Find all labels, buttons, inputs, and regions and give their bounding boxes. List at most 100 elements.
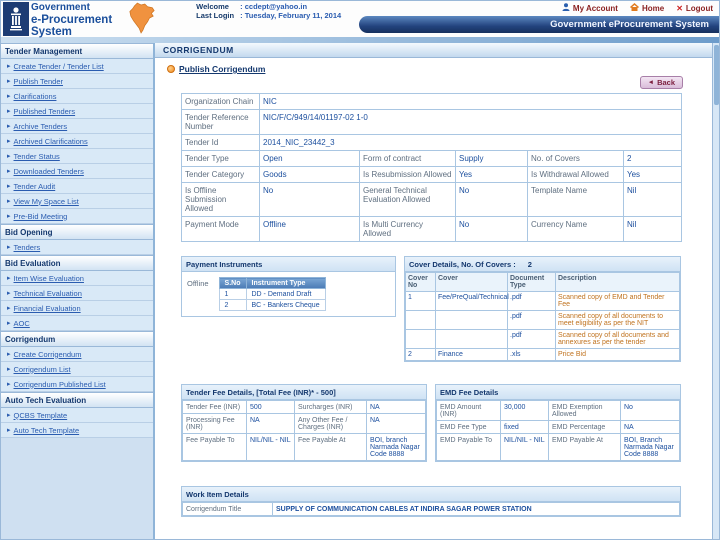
instrument-type: DD - Demand Draft [245, 288, 326, 300]
sidebar-item-clarifications[interactable]: ▸ Clarifications [1, 89, 153, 104]
arrow-bullet-icon: ▸ [7, 351, 11, 358]
home-link[interactable]: Home [629, 3, 664, 13]
field-label: Fee Payable To [182, 433, 247, 461]
main-content: CORRIGENDUM Publish Corrigendum ◄ Back O… [155, 43, 719, 539]
sidebar-item-corrigendum-published-list[interactable]: ▸ Corrigendum Published List [1, 377, 153, 392]
sidebar-item-pre-bid-meeting[interactable]: ▸ Pre-Bid Meeting [1, 209, 153, 224]
sidebar-item-create-tender-list[interactable]: ▸ Create Tender / Tender List [1, 59, 153, 74]
arrow-bullet-icon: ▸ [7, 183, 11, 190]
table-row: 1 Fee/PreQual/Technical .pdf Scanned cop… [405, 291, 680, 311]
vertical-scrollbar[interactable] [712, 43, 719, 539]
document-description: Scanned copy of all documents and annexu… [555, 329, 680, 349]
cover-name: Fee/PreQual/Technical [435, 291, 509, 311]
arrow-bullet-icon: ▸ [7, 381, 11, 388]
sidebar-item-tender-audit[interactable]: ▸ Tender Audit [1, 179, 153, 194]
instrument-type-table: S.No Instrument Type 1 DD - Demand Draft… [218, 277, 326, 311]
sidebar-item-create-corrigendum[interactable]: ▸ Create Corrigendum [1, 347, 153, 362]
sidebar-item-qcbs-template[interactable]: ▸ QCBS Template [1, 408, 153, 423]
field-label: Tender Reference Number [181, 109, 260, 135]
payment-cover-row: Payment Instruments Offline S.No Instrum… [181, 256, 681, 362]
field-value: NA [366, 400, 426, 414]
table-row: Tender Category Goods Is Resubmission Al… [181, 166, 682, 183]
field-label: Is Withdrawal Allowed [527, 166, 624, 183]
account-links: My Account Home ✕ Logout [562, 3, 713, 13]
arrow-bullet-icon: ▸ [7, 168, 11, 175]
tender-fee-box: Tender Fee Details, [Total Fee (INR)* - … [181, 384, 427, 462]
sidebar-item-item-wise-evaluation[interactable]: ▸ Item Wise Evaluation [1, 271, 153, 286]
field-value: No [455, 216, 528, 242]
cover-count: 2 [527, 259, 532, 269]
arrow-bullet-icon: ▸ [7, 275, 11, 282]
payment-instruments-box: Payment Instruments Offline S.No Instrum… [181, 256, 396, 317]
arrow-bullet-icon: ▸ [7, 123, 11, 130]
field-label: Template Name [527, 182, 624, 217]
sidebar-item-technical-evaluation[interactable]: ▸ Technical Evaluation [1, 286, 153, 301]
field-value: 2014_NIC_23442_3 [259, 134, 682, 151]
my-account-link[interactable]: My Account [562, 3, 618, 13]
page-title: CORRIGENDUM [155, 43, 719, 58]
sidebar-item-publish-tender[interactable]: ▸ Publish Tender [1, 74, 153, 89]
sidebar: Tender Management ▸ Create Tender / Tende… [1, 43, 155, 539]
document-type: .pdf [507, 329, 556, 349]
document-type: .xls [507, 348, 556, 361]
table-row: Cover No Cover Document Type Description [405, 272, 680, 292]
back-arrow-icon: ◄ [647, 79, 655, 86]
sidebar-item-view-my-space-list[interactable]: ▸ View My Space List [1, 194, 153, 209]
cover-name [435, 310, 508, 330]
field-label: EMD Amount (INR) [436, 400, 501, 421]
sidebar-item-published-tenders[interactable]: ▸ Published Tenders [1, 104, 153, 119]
sidebar-item-downloaded-tenders[interactable]: ▸ Downloaded Tenders [1, 164, 153, 179]
arrow-bullet-icon: ▸ [7, 427, 11, 434]
fee-row: Tender Fee Details, [Total Fee (INR)* - … [181, 384, 681, 462]
sidebar-section-auto-tech-evaluation[interactable]: Auto Tech Evaluation [1, 392, 153, 408]
cover-details-box: Cover Details, No. Of Covers : 2 Cover N… [404, 256, 681, 362]
sidebar-section-corrigendum[interactable]: Corrigendum [1, 331, 153, 347]
sidebar-item-label: Pre-Bid Meeting [13, 211, 68, 221]
field-value: NIL/NIL - NIL [500, 433, 549, 461]
table-row: EMD Amount (INR) 30,000 EMD Exemption Al… [436, 400, 680, 421]
field-value: Nil [623, 182, 682, 217]
document-type: .pdf [507, 310, 556, 330]
sidebar-item-financial-evaluation[interactable]: ▸ Financial Evaluation [1, 301, 153, 316]
cover-no: 2 [405, 348, 436, 361]
sidebar-item-tenders[interactable]: ▸ Tenders [1, 240, 153, 255]
table-row: Tender Id 2014_NIC_23442_3 [181, 134, 682, 151]
table-row: Tender Type Open Form of contract Supply… [181, 150, 682, 167]
arrow-bullet-icon: ▸ [7, 290, 11, 297]
scrollbar-thumb[interactable] [713, 45, 719, 105]
field-label: Is Offline Submission Allowed [181, 182, 260, 217]
field-label: Is Resubmission Allowed [359, 166, 456, 183]
arrow-bullet-icon: ▸ [7, 213, 11, 220]
field-value: BOI, branch Narmada Nagar Code 8888 [366, 433, 426, 461]
india-map-icon [128, 2, 156, 39]
logo-line: Government [31, 2, 90, 13]
sidebar-item-tender-status[interactable]: ▸ Tender Status [1, 149, 153, 164]
sidebar-item-corrigendum-list[interactable]: ▸ Corrigendum List [1, 362, 153, 377]
table-row: Corrigendum Title SUPPLY OF COMMUNICATIO… [182, 502, 680, 516]
field-label: EMD Exemption Allowed [548, 400, 621, 421]
tender-details-table: Organization Chain NIC Tender Reference … [181, 93, 682, 242]
arrow-bullet-icon: ▸ [7, 198, 11, 205]
sidebar-item-label: Technical Evaluation [13, 288, 82, 298]
field-label: No. of Covers [527, 150, 624, 167]
logout-icon: ✕ [676, 3, 683, 13]
field-value: BOI, Branch Narmada Nagar Code 8888 [620, 433, 680, 461]
logout-link[interactable]: ✕ Logout [676, 4, 713, 13]
sidebar-item-auto-tech-template[interactable]: ▸ Auto Tech Template [1, 423, 153, 438]
sidebar-section-tender-management[interactable]: Tender Management [1, 43, 153, 59]
sidebar-section-bid-opening[interactable]: Bid Opening [1, 224, 153, 240]
field-value: No [455, 182, 528, 217]
sidebar-item-aoc[interactable]: ▸ AOC [1, 316, 153, 331]
field-label: Tender Category [181, 166, 260, 183]
table-row: EMD Payable To NIL/NIL - NIL EMD Payable… [436, 433, 680, 461]
sidebar-item-archived-clarifications[interactable]: ▸ Archived Clarifications [1, 134, 153, 149]
column-header-sno: S.No [218, 277, 247, 289]
banner-title: Government eProcurement System [550, 19, 709, 30]
sidebar-section-bid-evaluation[interactable]: Bid Evaluation [1, 255, 153, 271]
back-button[interactable]: ◄ Back [639, 76, 683, 89]
sidebar-item-archive-tenders[interactable]: ▸ Archive Tenders [1, 119, 153, 134]
document-description: Scanned copy of EMD and Tender Fee [555, 291, 680, 311]
table-row: 2 Finance .xls Price Bid [405, 348, 680, 361]
field-label: Any Other Fee / Charges (INR) [294, 413, 367, 434]
table-row: .pdf Scanned copy of all documents to me… [405, 310, 680, 330]
